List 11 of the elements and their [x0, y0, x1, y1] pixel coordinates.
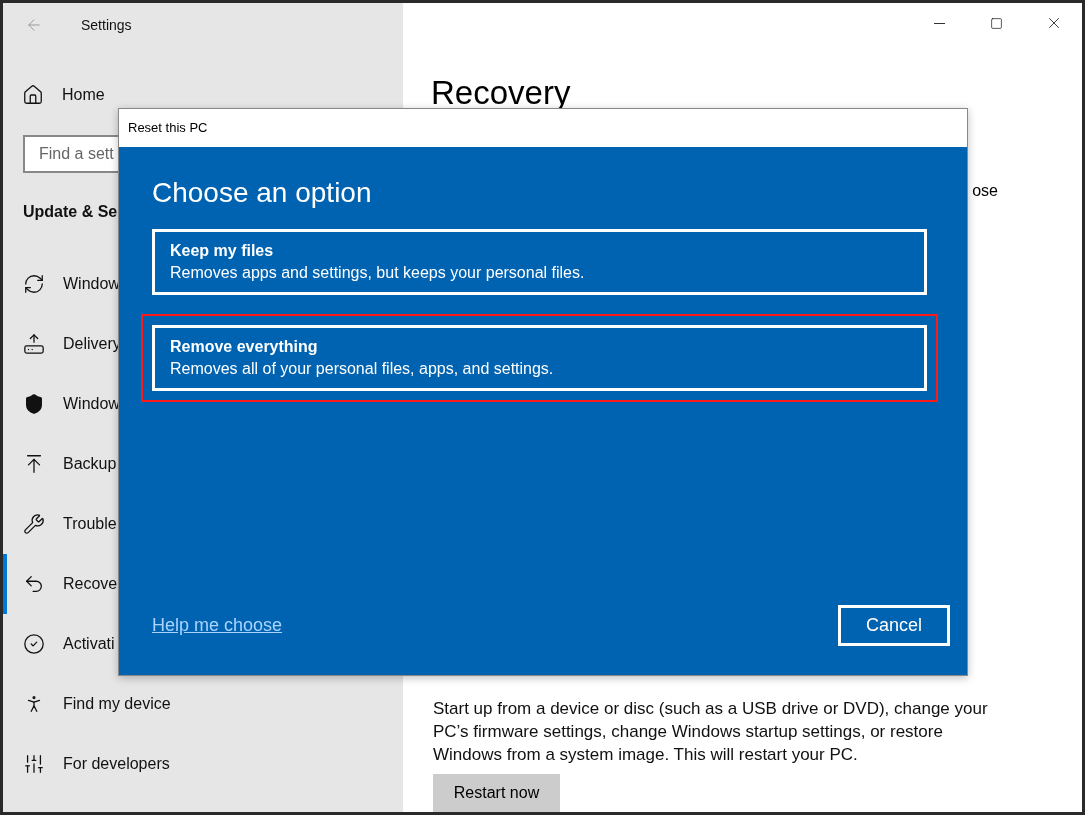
option-title: Remove everything: [170, 337, 318, 357]
option-description: Removes all of your personal files, apps, and settings.: [170, 359, 554, 379]
description-text: Start up from a device or disc (such as a USB drive or DVD), change your PC’s firmware settings, change Windows startup settings, or restore Windows from a system image. This will restart your PC.: [433, 698, 989, 766]
dialog-heading: Choose an option: [152, 176, 372, 210]
window-title: Settings: [81, 15, 132, 35]
section-heading: Update & Se: [23, 202, 118, 222]
option-description: Removes apps and settings, but keeps your personal files.: [170, 263, 585, 283]
body-text: ose: [972, 181, 998, 201]
option-title: Keep my files: [170, 241, 274, 261]
page-title: Recovery: [431, 73, 571, 113]
dialog-title: Reset this PC: [128, 119, 208, 138]
